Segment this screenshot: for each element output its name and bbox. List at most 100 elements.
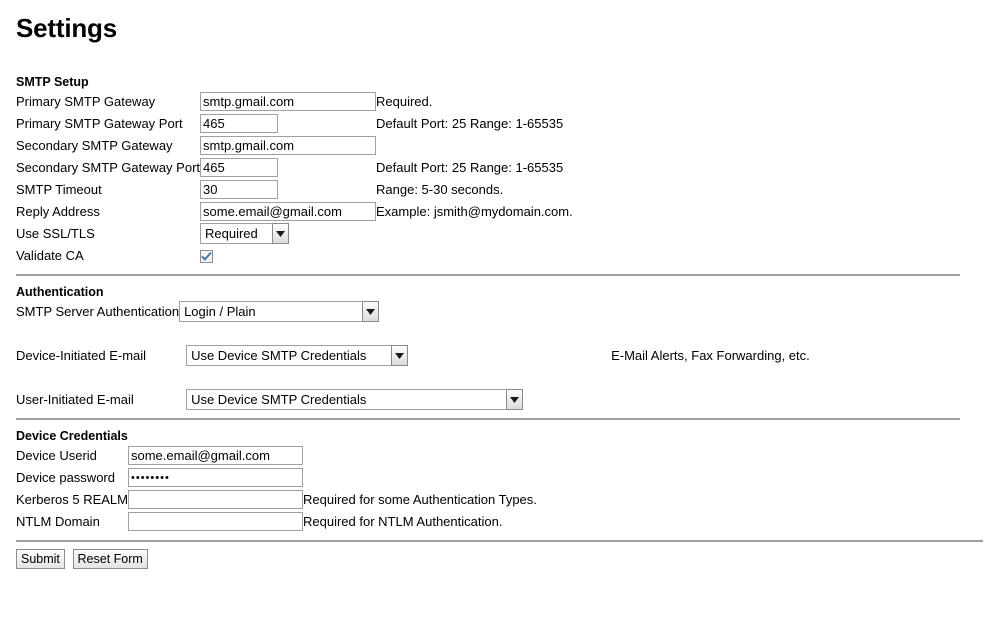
row-spacer (16, 323, 810, 345)
primary-smtp-gateway-field-cell: smtp.gmail.com (200, 91, 377, 113)
device-password-hint (303, 467, 537, 489)
section-divider-3 (16, 539, 983, 542)
reply-address-input[interactable]: some.email@gmail.com (200, 202, 377, 222)
device-initiated-email-hint: E-Mail Alerts, Fax Forwarding, etc. (611, 347, 810, 363)
smtp-timeout-input[interactable]: 30 (200, 180, 279, 200)
smtp-setup-heading: SMTP Setup (16, 74, 89, 89)
validate-ca-checkbox[interactable] (200, 249, 214, 263)
device-password-input[interactable]: •••••••• (128, 468, 303, 488)
form-row: SMTP Timeout 30 Range: 5-30 seconds. (16, 179, 573, 201)
secondary-smtp-gateway-label: Secondary SMTP Gateway (16, 137, 173, 153)
primary-smtp-gateway-label: Primary SMTP Gateway (16, 93, 156, 109)
form-row: Kerberos 5 REALM Required for some Authe… (16, 489, 537, 511)
settings-page: Settings SMTP Setup Primary SMTP Gateway… (0, 14, 999, 620)
reply-address-hint: Example: jsmith@mydomain.com. (376, 203, 573, 219)
form-row: Primary SMTP Gateway Port 465 Default Po… (16, 113, 573, 135)
device-userid-field-cell: some.email@gmail.com (128, 445, 303, 467)
kerberos-realm-input[interactable] (128, 490, 303, 510)
kerberos-realm-hint: Required for some Authentication Types. (303, 491, 537, 507)
chevron-down-icon (272, 223, 290, 245)
smtp-server-authentication-hint (523, 301, 810, 323)
validate-ca-label: Validate CA (16, 247, 84, 263)
validate-ca-hint (376, 245, 573, 267)
device-initiated-email-select[interactable]: Use Device SMTP Credentials (186, 345, 409, 367)
smtp-server-authentication-value: Login / Plain (179, 301, 363, 323)
primary-smtp-port-input[interactable]: 465 (200, 114, 279, 134)
primary-smtp-gateway-input[interactable]: smtp.gmail.com (200, 92, 377, 112)
smtp-timeout-field-cell: 30 (200, 179, 376, 201)
ntlm-domain-hint: Required for NTLM Authentication. (303, 513, 503, 529)
authentication-table: SMTP Server Authentication Login / Plain… (16, 301, 810, 411)
reset-form-button[interactable]: Reset Form (72, 548, 148, 569)
use-ssl-tls-value: Required (200, 223, 273, 245)
secondary-smtp-gateway-input[interactable]: smtp.gmail.com (200, 136, 377, 156)
smtp-timeout-label: SMTP Timeout (16, 181, 102, 197)
user-initiated-email-label: User-Initiated E-mail (16, 391, 134, 407)
form-row: Reply Address some.email@gmail.com Examp… (16, 201, 573, 223)
device-credentials-section: Device Credentials Device Userid some.em… (16, 427, 991, 533)
ntlm-domain-label: NTLM Domain (16, 513, 100, 529)
device-userid-input[interactable]: some.email@gmail.com (128, 446, 303, 466)
form-row: Primary SMTP Gateway smtp.gmail.com Requ… (16, 91, 573, 113)
smtp-server-authentication-select[interactable]: Login / Plain (179, 301, 380, 323)
form-row: Use SSL/TLS Required (16, 223, 573, 245)
device-password-label: Device password (16, 469, 115, 485)
form-actions: Submit Reset Form (16, 548, 991, 569)
form-row: Device-Initiated E-mail Use Device SMTP … (16, 345, 810, 367)
use-ssl-tls-select[interactable]: Required (200, 223, 290, 245)
form-row: User-Initiated E-mail Use Device SMTP Cr… (16, 389, 810, 411)
primary-smtp-port-field-cell: 465 (200, 113, 376, 135)
device-initiated-email-field-cell: Use Device SMTP Credentials (179, 345, 523, 367)
use-ssl-tls-field-cell: Required (200, 223, 376, 245)
primary-smtp-gateway-hint: Required. (376, 93, 433, 109)
secondary-smtp-gateway-field-cell: smtp.gmail.com (200, 135, 377, 157)
device-userid-hint (303, 445, 537, 467)
device-password-field-cell: •••••••• (128, 467, 303, 489)
section-divider-1 (16, 273, 960, 276)
row-spacer (16, 367, 810, 389)
ntlm-domain-input[interactable] (128, 512, 303, 532)
smtp-setup-section: SMTP Setup Primary SMTP Gateway smtp.gma… (16, 73, 991, 267)
secondary-smtp-port-label: Secondary SMTP Gateway Port (16, 159, 201, 175)
secondary-smtp-port-hint: Default Port: 25 Range: 1-65535 (376, 159, 564, 175)
checkmark-icon (201, 251, 212, 261)
device-credentials-heading: Device Credentials (16, 428, 128, 443)
validate-ca-field-cell (200, 245, 376, 267)
primary-smtp-port-hint: Default Port: 25 Range: 1-65535 (376, 115, 564, 131)
chevron-down-icon (506, 389, 524, 411)
kerberos-realm-label: Kerberos 5 REALM (16, 491, 128, 507)
use-ssl-tls-hint (376, 223, 573, 245)
smtp-timeout-hint: Range: 5-30 seconds. (376, 181, 504, 197)
secondary-smtp-gateway-hint (376, 135, 573, 157)
user-initiated-email-value: Use Device SMTP Credentials (186, 389, 507, 411)
primary-smtp-port-label: Primary SMTP Gateway Port (16, 115, 183, 131)
user-initiated-email-select[interactable]: Use Device SMTP Credentials (186, 389, 524, 411)
ntlm-domain-field-cell (128, 511, 303, 533)
authentication-section: Authentication SMTP Server Authenticatio… (16, 283, 991, 411)
device-credentials-table: Device Userid some.email@gmail.com Devic… (16, 445, 537, 533)
smtp-server-authentication-label: SMTP Server Authentication (16, 303, 180, 319)
chevron-down-icon (362, 301, 380, 323)
device-initiated-email-value: Use Device SMTP Credentials (186, 345, 392, 367)
form-row: SMTP Server Authentication Login / Plain (16, 301, 810, 323)
form-row: Device password •••••••• (16, 467, 537, 489)
form-row: NTLM Domain Required for NTLM Authentica… (16, 511, 537, 533)
submit-button[interactable]: Submit (16, 548, 65, 569)
chevron-down-icon (391, 345, 409, 367)
device-userid-label: Device Userid (16, 447, 97, 463)
form-row: Validate CA (16, 245, 573, 267)
page-title: Settings (16, 13, 117, 43)
smtp-setup-table: Primary SMTP Gateway smtp.gmail.com Requ… (16, 91, 573, 267)
authentication-heading: Authentication (16, 284, 104, 299)
smtp-server-authentication-field-cell: Login / Plain (179, 301, 523, 323)
device-initiated-email-label: Device-Initiated E-mail (16, 347, 147, 363)
form-row: Device Userid some.email@gmail.com (16, 445, 537, 467)
form-row: Secondary SMTP Gateway smtp.gmail.com (16, 135, 573, 157)
user-initiated-email-hint (523, 389, 810, 411)
secondary-smtp-port-input[interactable]: 465 (200, 158, 279, 178)
kerberos-realm-field-cell (128, 489, 303, 511)
reply-address-label: Reply Address (16, 203, 100, 219)
secondary-smtp-port-field-cell: 465 (200, 157, 376, 179)
section-divider-2 (16, 417, 960, 420)
use-ssl-tls-label: Use SSL/TLS (16, 225, 95, 241)
